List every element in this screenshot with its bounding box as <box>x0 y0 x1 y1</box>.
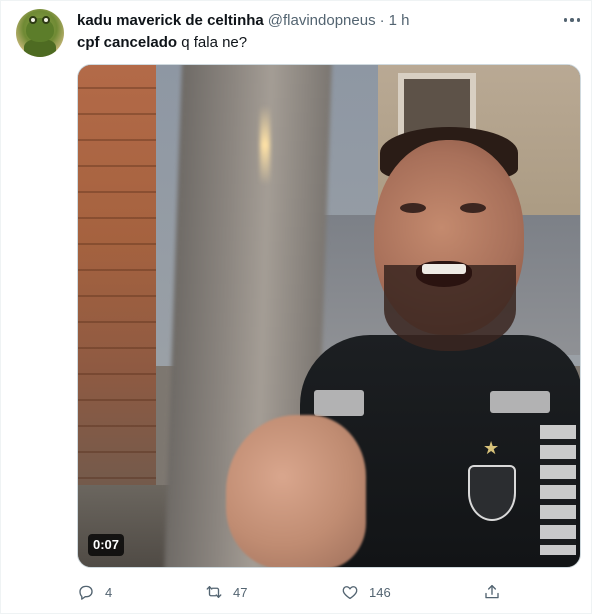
retweet-count: 47 <box>233 584 248 600</box>
retweet-button[interactable]: 47 <box>205 580 247 604</box>
tweet-card[interactable]: kadu maverick de celtinha @flavindopneus… <box>0 0 592 614</box>
heart-icon <box>341 583 359 601</box>
reply-button[interactable]: 4 <box>77 580 112 604</box>
share-button[interactable] <box>483 580 501 604</box>
separator-dot: · <box>379 11 385 29</box>
author-handle[interactable]: @flavindopneus <box>268 12 376 29</box>
tweet-timestamp[interactable]: 1 h <box>389 12 410 29</box>
video-player[interactable]: ★ 0:07 <box>77 64 581 568</box>
tweet-actions: 4 47 146 <box>77 580 581 604</box>
video-duration-badge: 0:07 <box>88 534 125 556</box>
author-name[interactable]: kadu maverick de celtinha <box>77 12 264 29</box>
video-frame: ★ <box>78 65 580 567</box>
retweet-icon <box>205 583 223 601</box>
avatar[interactable] <box>16 9 64 57</box>
tweet-text: cpf cancelado q fala ne? <box>77 33 247 53</box>
tweet-text-rest: q fala ne? <box>177 34 248 51</box>
share-icon <box>483 583 501 601</box>
reply-icon <box>77 583 95 601</box>
like-count: 146 <box>369 584 391 600</box>
avatar-frog-eye-right <box>42 16 50 24</box>
tweet-header: kadu maverick de celtinha @flavindopneus… <box>77 11 409 29</box>
like-button[interactable]: 146 <box>341 580 391 604</box>
reply-count: 4 <box>105 584 113 600</box>
tweet-text-bold: cpf cancelado <box>77 34 178 51</box>
avatar-frog-eye-left <box>29 16 37 24</box>
more-horizontal-icon[interactable] <box>561 11 583 29</box>
